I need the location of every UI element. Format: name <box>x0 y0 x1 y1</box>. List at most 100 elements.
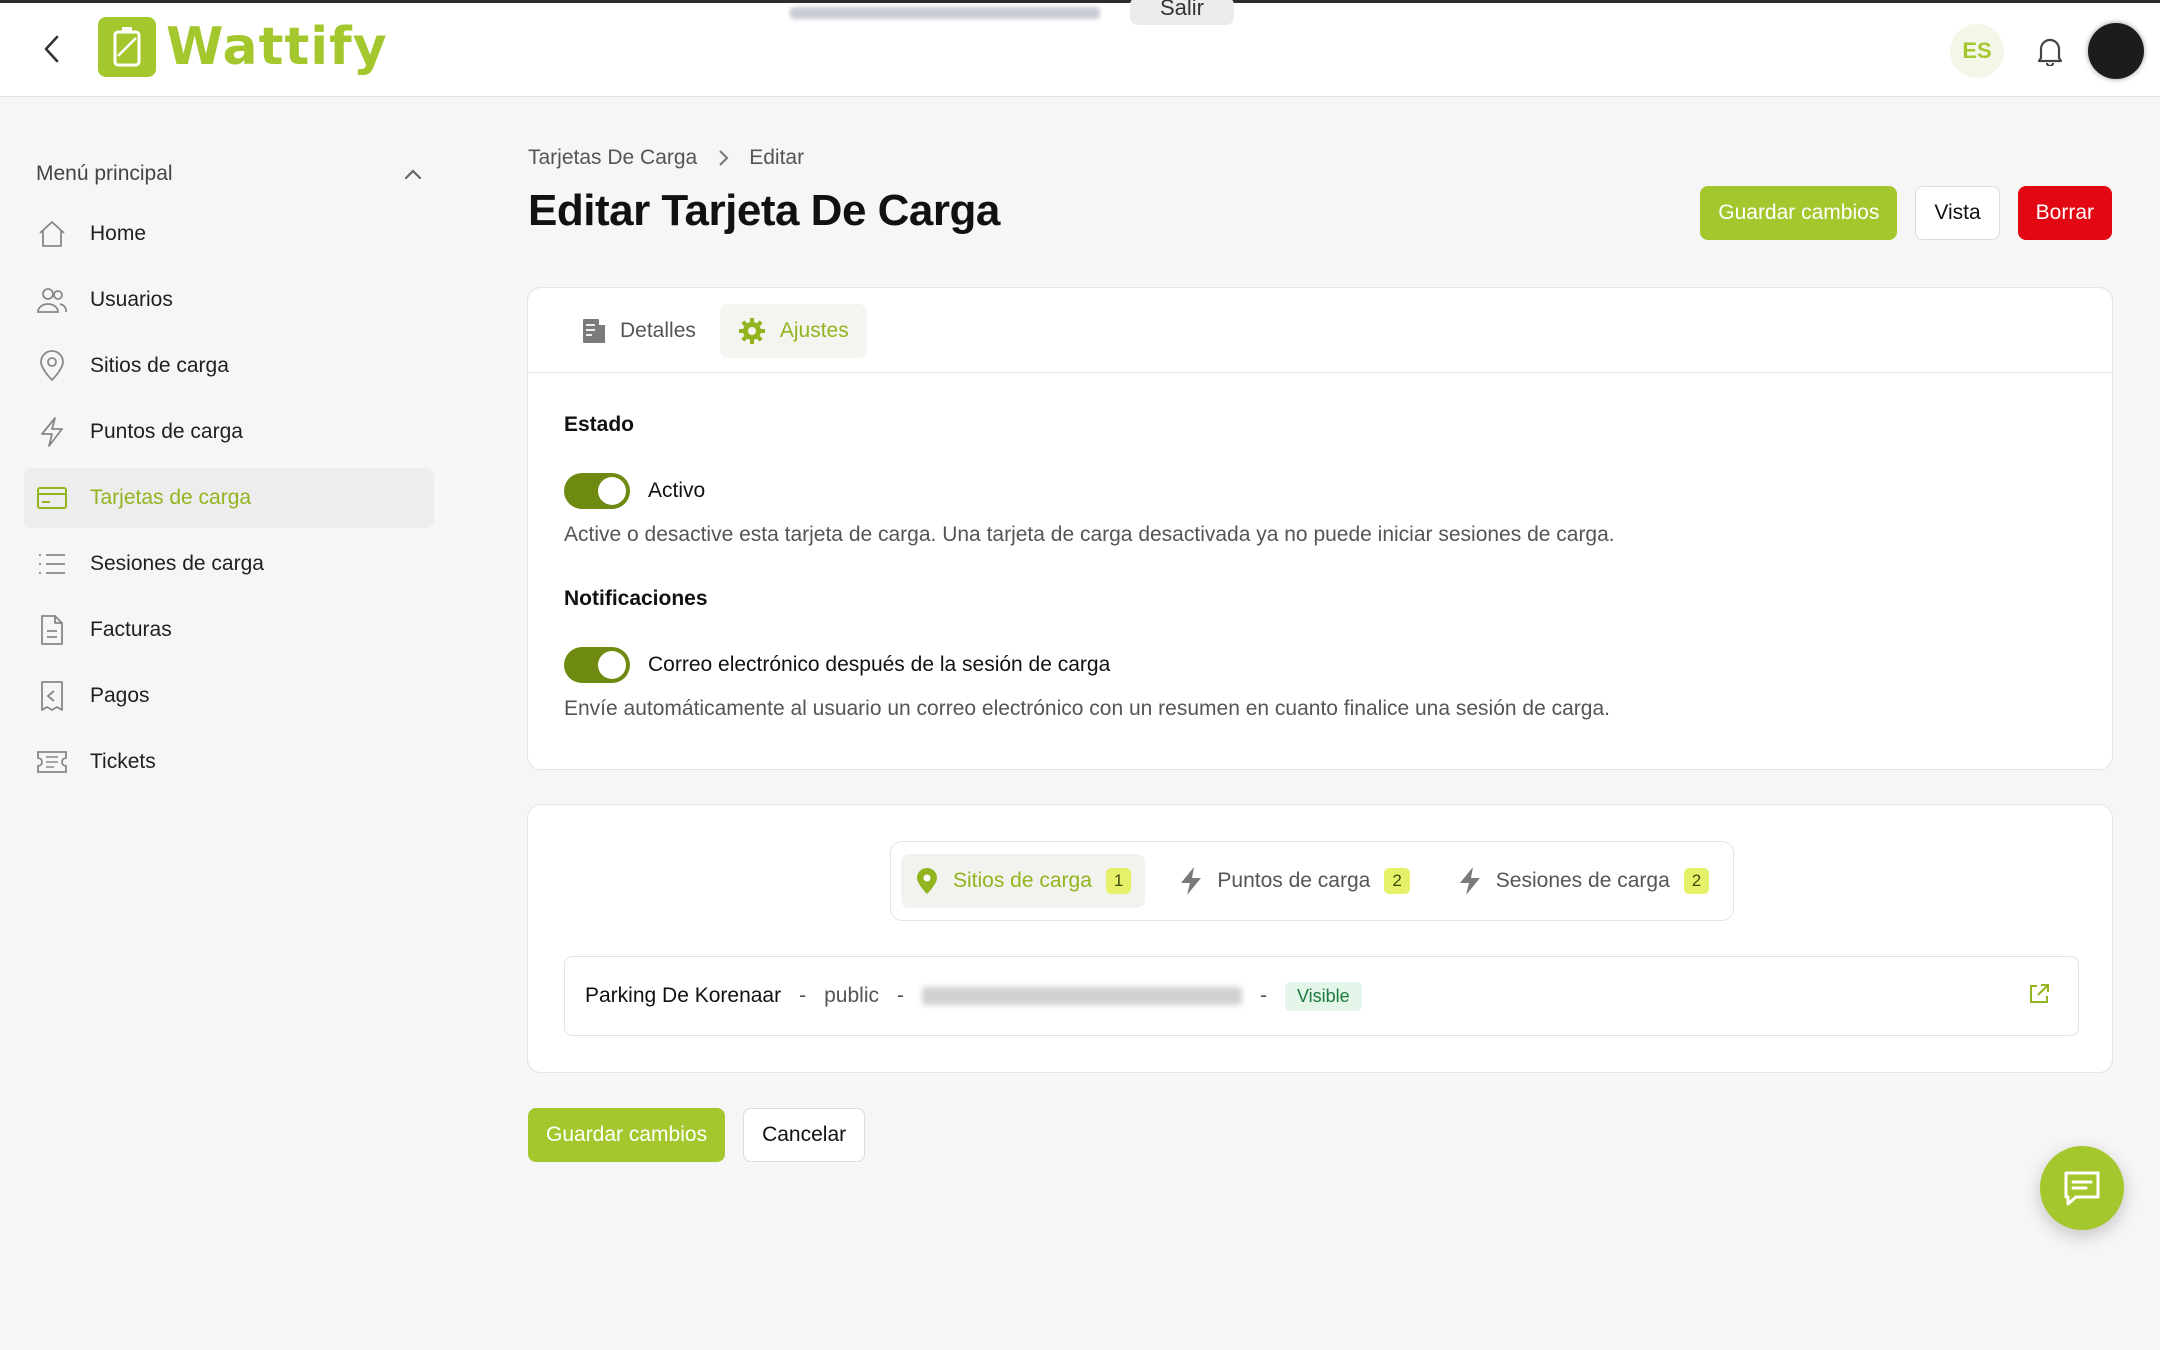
language-switcher[interactable]: ES <box>1950 24 2004 78</box>
sidebar-item-label: Usuarios <box>90 288 173 311</box>
header-actions: Guardar cambios Vista Borrar <box>1700 186 2112 240</box>
form-actions: Guardar cambios Cancelar <box>528 1108 866 1162</box>
gear-icon <box>738 318 765 344</box>
tab-detalles[interactable]: Detalles <box>564 304 714 358</box>
bolt-icon <box>1459 867 1480 895</box>
related-tab-sesiones[interactable]: Sesiones de carga 2 <box>1444 854 1723 908</box>
site-name: Parking De Korenaar <box>585 984 782 1007</box>
related-tabs: Sitios de carga 1 Puntos de carga 2 Sesi… <box>890 841 1735 921</box>
sidebar-title: Menú principal <box>36 162 173 185</box>
breadcrumb-parent-link[interactable]: Tarjetas De Carga <box>528 146 697 170</box>
sidebar-item-sesiones[interactable]: Sesiones de carga <box>24 534 434 594</box>
bell-icon <box>2037 38 2063 66</box>
app-logo[interactable]: Wattify <box>98 17 388 77</box>
chat-button[interactable] <box>2040 1146 2124 1230</box>
back-button[interactable] <box>36 33 68 65</box>
tab-bar: Detalles Ajustes <box>528 288 2112 373</box>
status-toggle-row: Activo <box>564 473 2076 509</box>
count-badge: 1 <box>1105 868 1132 894</box>
sidebar-item-pagos[interactable]: Pagos <box>24 666 434 726</box>
email-after-session-toggle[interactable] <box>564 647 630 683</box>
count-badge: 2 <box>1683 868 1710 894</box>
sidebar-item-label: Facturas <box>90 618 172 641</box>
tab-label: Ajustes <box>779 319 849 342</box>
sidebar-item-home[interactable]: Home <box>24 204 434 264</box>
sidebar-item-label: Pagos <box>90 684 150 707</box>
sidebar: Menú principal Home Usuarios Sitios de c… <box>24 150 434 792</box>
list-icon <box>36 548 68 580</box>
external-link-button[interactable] <box>2028 983 2050 1011</box>
receipt-icon <box>36 680 68 712</box>
breadcrumb-current: Editar <box>749 146 805 169</box>
save-button[interactable]: Guardar cambios <box>1700 186 1898 240</box>
related-card: Sitios de carga 1 Puntos de carga 2 Sesi… <box>527 804 2113 1073</box>
count-badge: 2 <box>1384 868 1410 894</box>
sidebar-item-label: Tarjetas de carga <box>90 486 252 509</box>
redacted-address <box>921 987 1242 1005</box>
list-item[interactable]: Parking De Korenaar - public - - Visible <box>564 956 2079 1036</box>
app-name: Wattify <box>166 17 388 77</box>
user-avatar[interactable] <box>2088 23 2144 79</box>
map-pin-icon <box>917 868 937 894</box>
related-tab-puntos[interactable]: Puntos de carga 2 <box>1165 854 1423 908</box>
breadcrumb: Tarjetas De Carga Editar <box>528 146 804 170</box>
settings-panel: Estado Activo Active o desactive esta ta… <box>528 413 2112 721</box>
users-icon <box>36 284 68 316</box>
notifications-button[interactable] <box>2030 31 2070 71</box>
sidebar-item-tickets[interactable]: Tickets <box>24 732 434 792</box>
related-tab-sitios[interactable]: Sitios de carga 1 <box>901 854 1146 908</box>
bolt-icon <box>36 416 68 448</box>
battery-icon <box>98 17 156 77</box>
settings-card: Detalles Ajustes Estado Activo Active o … <box>527 287 2113 770</box>
sidebar-item-sitios[interactable]: Sitios de carga <box>24 336 434 396</box>
map-pin-icon <box>36 350 68 382</box>
status-description: Active o desactive esta tarjeta de carga… <box>564 523 1615 546</box>
exit-button[interactable]: Salir <box>1130 0 1235 25</box>
top-bar: Wattify Salir ES <box>0 0 2160 97</box>
redacted-text <box>790 7 1100 19</box>
chevron-right-icon <box>719 150 729 166</box>
ticket-icon <box>36 746 68 778</box>
related-tab-label: Sitios de carga <box>953 869 1092 892</box>
chevron-up-icon <box>404 169 422 180</box>
sidebar-item-usuarios[interactable]: Usuarios <box>24 270 434 330</box>
site-access: public <box>824 984 879 1007</box>
related-tab-label: Sesiones de carga <box>1495 869 1670 892</box>
notifications-description: Envíe automáticamente al usuario un corr… <box>564 697 1610 720</box>
sidebar-item-label: Puntos de carga <box>90 420 243 443</box>
separator: - <box>799 984 807 1007</box>
save-button[interactable]: Guardar cambios <box>528 1108 726 1162</box>
notifications-section-title: Notificaciones <box>564 587 708 610</box>
external-link-icon <box>2030 984 2049 1003</box>
sidebar-item-label: Sesiones de carga <box>90 552 264 575</box>
document-icon <box>36 614 68 646</box>
sidebar-item-label: Tickets <box>90 750 156 773</box>
related-tab-label: Puntos de carga <box>1217 869 1371 892</box>
email-toggle-label: Correo electrónico después de la sesión … <box>648 653 1111 676</box>
page-title: Editar Tarjeta De Carga <box>528 186 1000 235</box>
sidebar-item-tarjetas[interactable]: Tarjetas de carga <box>24 468 434 528</box>
active-toggle[interactable] <box>564 473 630 509</box>
credit-card-icon <box>36 482 68 514</box>
sidebar-item-label: Sitios de carga <box>90 354 229 377</box>
tab-ajustes[interactable]: Ajustes <box>719 304 867 358</box>
sidebar-header[interactable]: Menú principal <box>24 150 434 198</box>
active-toggle-label: Activo <box>648 479 706 502</box>
email-toggle-row: Correo electrónico después de la sesión … <box>564 647 2076 683</box>
delete-button[interactable]: Borrar <box>2017 186 2112 240</box>
view-button[interactable]: Vista <box>1915 186 2000 240</box>
separator: - <box>896 984 904 1007</box>
status-badge: Visible <box>1284 981 1362 1011</box>
separator: - <box>1259 984 1267 1007</box>
document-icon <box>583 319 605 343</box>
cancel-button[interactable]: Cancelar <box>743 1108 866 1162</box>
sidebar-item-label: Home <box>90 222 147 245</box>
tab-label: Detalles <box>620 319 696 342</box>
chevron-left-icon <box>44 35 59 63</box>
home-icon <box>36 218 68 250</box>
bolt-icon <box>1181 867 1202 895</box>
chat-icon <box>2064 1171 2100 1206</box>
sidebar-item-facturas[interactable]: Facturas <box>24 600 434 660</box>
top-center: Salir <box>790 0 1235 25</box>
sidebar-item-puntos[interactable]: Puntos de carga <box>24 402 434 462</box>
